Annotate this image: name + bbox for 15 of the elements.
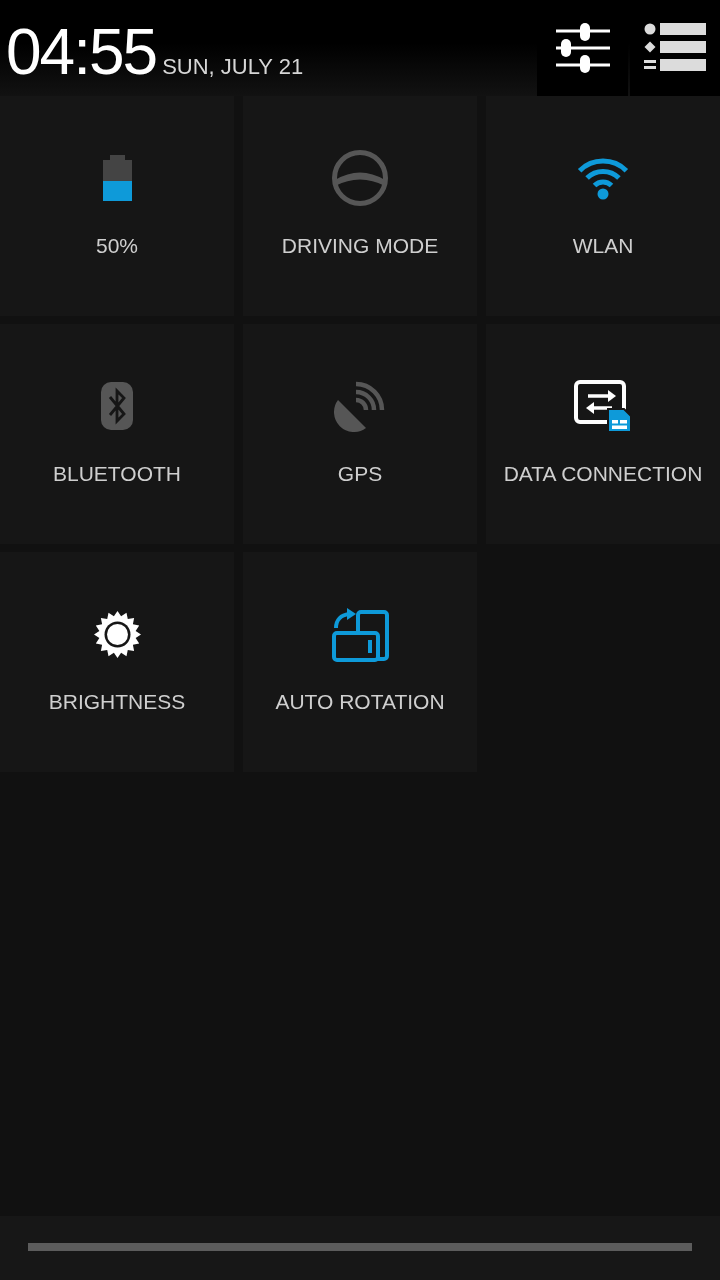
drag-handle[interactable] (28, 1243, 692, 1251)
quick-setting-tile[interactable]: DRIVING MODE (243, 96, 477, 316)
date-text: SUN, JULY 21 (162, 55, 304, 79)
list-icon (644, 23, 706, 73)
quick-setting-tile[interactable]: BLUETOOTH (0, 324, 234, 544)
sliders-icon (555, 23, 610, 73)
quick-setting-tile[interactable]: DATA CONNECTION (486, 324, 720, 544)
clock-time: 04:55 (6, 20, 157, 84)
sun-icon (93, 610, 141, 658)
battery-icon (102, 155, 132, 201)
quick-setting-tile[interactable]: BRIGHTNESS (0, 552, 234, 772)
quick-setting-tile[interactable]: GPS (243, 324, 477, 544)
quick-setting-tile[interactable]: AUTO ROTATION (243, 552, 477, 772)
quick-setting-tile[interactable]: WLAN (486, 96, 720, 316)
quick-setting-tile[interactable]: 50% (0, 96, 234, 316)
